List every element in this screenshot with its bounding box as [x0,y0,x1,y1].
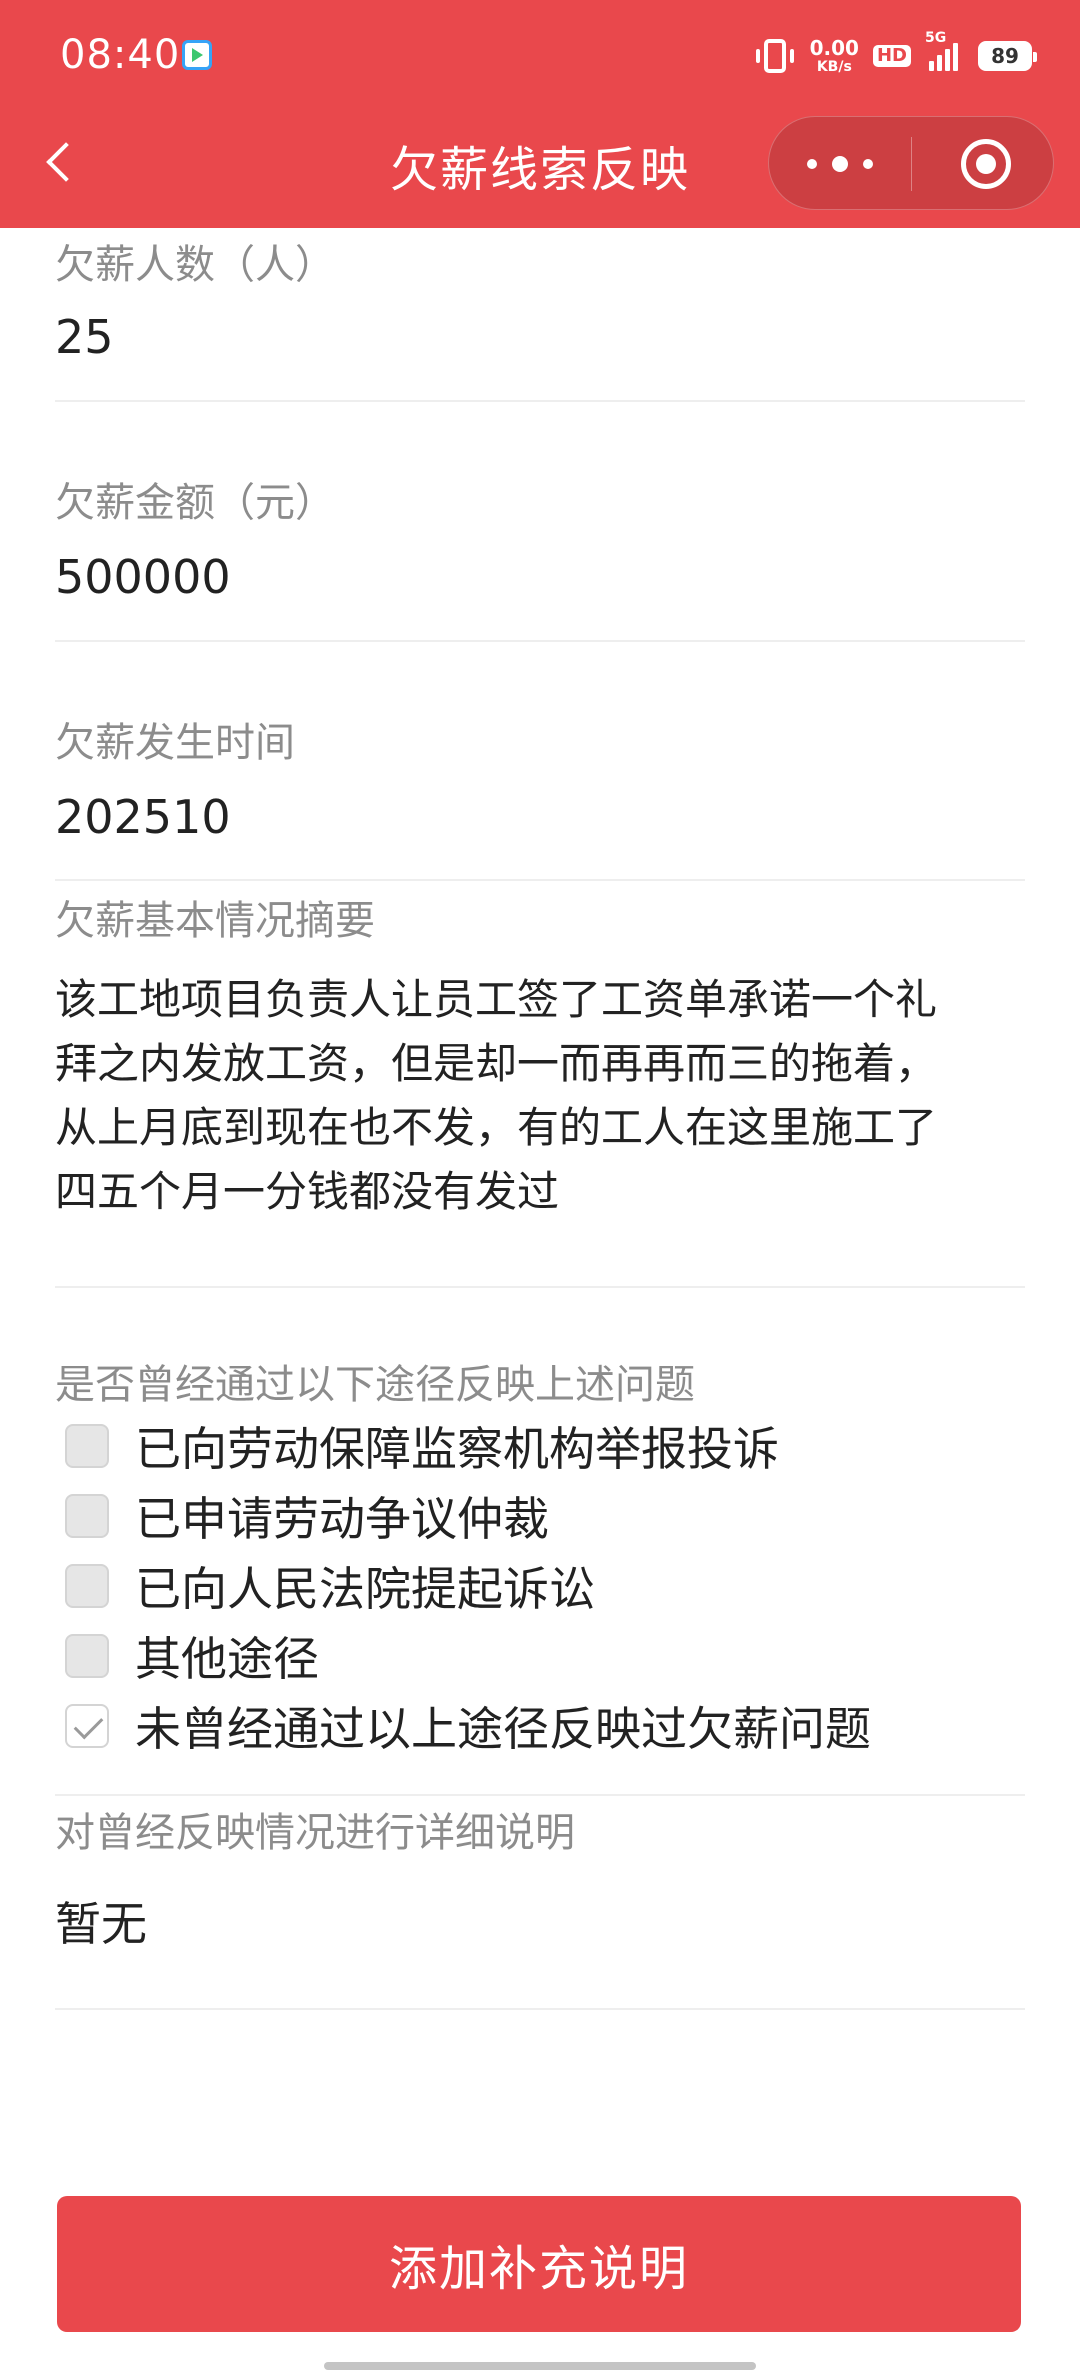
add-supplement-button[interactable]: 添加补充说明 [57,2196,1021,2332]
signal-icon: 5G [925,31,958,71]
network-speed: 0.00 KB/s [810,38,859,74]
divider [55,2008,1025,2010]
channel-option-label: 未曾经通过以上途径反映过欠薪问题 [135,1702,871,1756]
more-dots-icon[interactable] [807,143,873,185]
battery-icon: 89 [978,41,1037,71]
network-speed-value: 0.00 [809,36,859,60]
checkbox-checked[interactable] [65,1704,109,1748]
channel-option-none[interactable]: 未曾经通过以上途径反映过欠薪问题 [65,1696,871,1756]
summary-text[interactable]: 该工地项目负责人让员工签了工资单承诺一个礼 拜之内发放工资，但是却一而再再而三的… [55,968,1025,1224]
divider [55,640,1025,642]
target-circle-icon[interactable] [961,139,1011,189]
home-indicator[interactable] [324,2362,756,2370]
amount-label: 欠薪金额（元） [55,480,335,526]
page-title: 欠薪线索反映 [389,142,690,198]
summary-label: 欠薪基本情况摘要 [55,898,375,944]
signal-bar [929,61,934,71]
signal-bar [937,55,942,71]
workers-count-value[interactable]: 25 [55,310,114,364]
chevron-left-icon[interactable] [42,134,82,194]
network-speed-unit: KB/s [816,59,852,75]
checkbox[interactable] [65,1424,109,1468]
checkbox[interactable] [65,1564,109,1608]
signal-bar [953,43,958,71]
detail-value[interactable]: 暂无 [55,1888,147,1954]
app-notification-icon [182,40,212,70]
hd-icon: HD [872,45,911,67]
channel-option-label: 已向人民法院提起诉讼 [135,1562,595,1616]
checkbox[interactable] [65,1494,109,1538]
channel-option-label: 已申请劳动争议仲裁 [135,1492,549,1546]
channel-option-arbitration[interactable]: 已申请劳动争议仲裁 [65,1486,549,1546]
divider [55,1286,1025,1288]
signal-bar [945,49,950,71]
top-bar: 08:40 0.00 KB/s HD 5G 89 欠薪线索反映 [0,0,1080,228]
status-icons: 0.00 KB/s HD 5G 89 [755,31,1037,78]
channels-label: 是否曾经通过以下途径反映上述问题 [55,1362,695,1408]
checkbox[interactable] [65,1634,109,1678]
channel-option-label: 已向劳动保障监察机构举报投诉 [135,1422,779,1476]
capsule-divider [911,137,912,191]
occurrence-time-value[interactable]: 202510 [55,790,231,844]
status-time: 08:40 [60,32,181,78]
channel-option-lawsuit[interactable]: 已向人民法院提起诉讼 [65,1556,595,1616]
summary-line: 该工地项目负责人让员工签了工资单承诺一个礼 [55,975,938,1024]
divider [55,400,1025,402]
summary-line: 拜之内发放工资，但是却一而再再而三的拖着， [55,1039,938,1088]
summary-line: 四五个月一分钱都没有发过 [55,1167,560,1216]
channel-option-other[interactable]: 其他途径 [65,1626,319,1686]
vibrate-icon [755,39,794,73]
mini-program-capsule [768,116,1054,210]
summary-line: 从上月底到现在也不发，有的工人在这里施工了 [55,1103,938,1152]
detail-label: 对曾经反映情况进行详细说明 [55,1810,575,1856]
occurrence-time-label: 欠薪发生时间 [55,720,295,766]
workers-count-label: 欠薪人数（人） [55,242,335,288]
signal-label: 5G [925,30,947,46]
battery-level: 89 [991,44,1019,68]
channel-option-label: 其他途径 [135,1632,319,1686]
divider [55,879,1025,881]
amount-value[interactable]: 500000 [55,550,231,604]
channel-option-complaint[interactable]: 已向劳动保障监察机构举报投诉 [65,1416,779,1476]
divider [55,1794,1025,1796]
